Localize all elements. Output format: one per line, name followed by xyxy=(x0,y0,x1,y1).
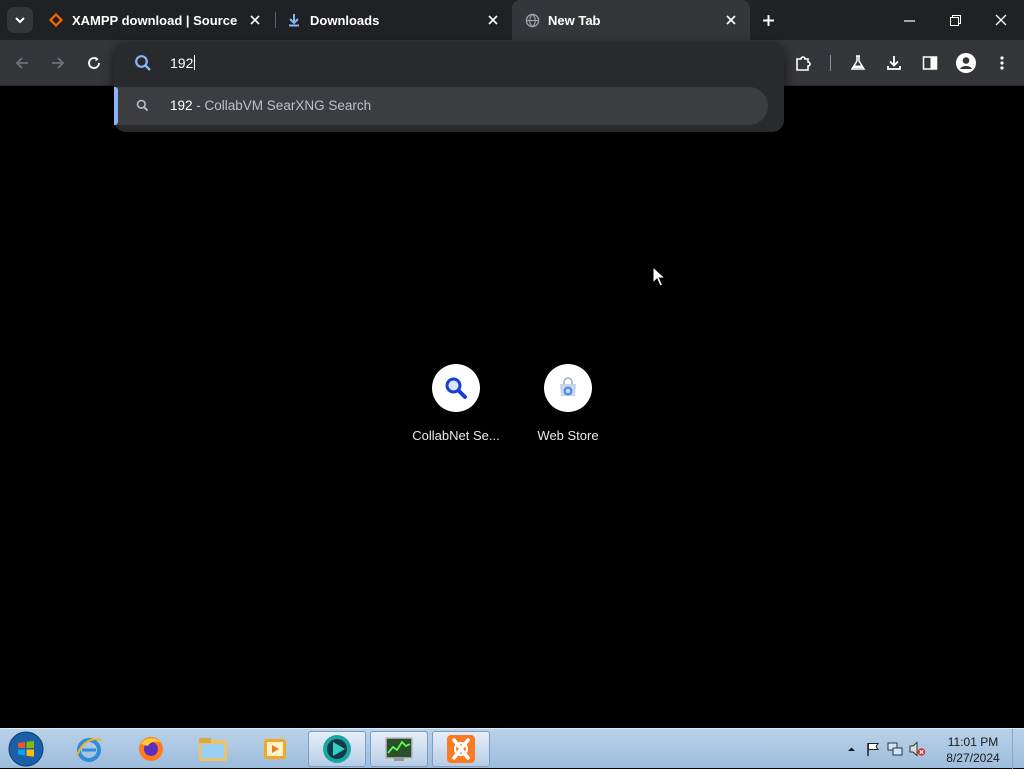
shortcut-web-store[interactable]: Web Store xyxy=(512,364,624,454)
firefox-icon xyxy=(139,737,163,761)
address-input-text[interactable]: 192 xyxy=(170,55,196,71)
volume-muted-icon[interactable] xyxy=(906,741,928,757)
windows-taskbar: 11:01 PM 8/27/2024 xyxy=(0,728,1024,769)
windows-logo-icon xyxy=(8,731,44,767)
show-hidden-icons-button[interactable] xyxy=(840,745,862,754)
chevron-down-icon xyxy=(15,17,25,24)
tab-downloads[interactable]: Downloads xyxy=(278,0,510,40)
suggestion-selection-bar xyxy=(114,87,118,125)
tab-search-button[interactable] xyxy=(7,7,33,33)
taskbar-chrome[interactable] xyxy=(308,731,366,767)
search-icon xyxy=(445,377,467,399)
text-caret xyxy=(194,55,196,70)
mouse-cursor-icon xyxy=(652,266,666,287)
minimize-icon xyxy=(903,19,915,22)
file-explorer-icon xyxy=(199,738,227,761)
show-desktop-button[interactable] xyxy=(1012,729,1024,769)
puzzle-icon xyxy=(796,56,811,71)
taskbar-firefox[interactable] xyxy=(122,731,180,767)
new-tab-button[interactable] xyxy=(757,9,779,31)
tab-xampp[interactable]: XAMPP download | SourceForge xyxy=(40,0,272,40)
sourceforge-icon xyxy=(48,12,64,28)
shortcut-icon-circle xyxy=(432,364,480,412)
suggestion-query: 192 xyxy=(170,98,193,113)
internet-explorer-icon xyxy=(76,738,102,762)
chrome-icon xyxy=(323,735,351,763)
shortcut-label: CollabNet Se... xyxy=(412,428,500,443)
labs-button[interactable] xyxy=(846,51,870,75)
close-window-button[interactable] xyxy=(978,0,1024,40)
tab-title: New Tab xyxy=(548,12,601,28)
taskbar-task-manager[interactable] xyxy=(370,731,428,767)
omnibox-suggestion[interactable]: 192 - CollabVM SearXNG Search xyxy=(114,87,768,125)
tab-close-icon[interactable] xyxy=(246,11,264,29)
web-store-icon xyxy=(560,377,576,396)
suggestion-separator: - xyxy=(192,98,205,113)
menu-button[interactable] xyxy=(990,51,1014,75)
side-panel-icon xyxy=(922,56,938,70)
task-manager-icon xyxy=(385,737,413,761)
downloads-button[interactable] xyxy=(882,51,906,75)
clock-time: 11:01 PM xyxy=(947,735,999,749)
side-panel-button[interactable] xyxy=(918,51,942,75)
download-icon xyxy=(887,56,901,70)
plus-icon xyxy=(762,14,774,26)
taskbar-internet-explorer[interactable] xyxy=(60,731,118,767)
tab-title: XAMPP download | SourceForge xyxy=(72,12,238,28)
download-icon xyxy=(286,12,302,28)
taskbar-file-explorer[interactable] xyxy=(184,731,242,767)
action-center-icon[interactable] xyxy=(862,741,884,757)
back-button[interactable] xyxy=(10,51,34,75)
tab-separator xyxy=(275,12,276,28)
chevron-up-icon xyxy=(847,747,855,751)
minimize-button[interactable] xyxy=(886,0,932,40)
tab-title: Downloads xyxy=(310,12,380,28)
search-icon xyxy=(134,54,152,77)
omnibox-popup: 192 192 - CollabVM SearXNG Search xyxy=(114,42,784,132)
forward-button[interactable] xyxy=(46,51,70,75)
tab-strip: XAMPP download | SourceForge Downloads N… xyxy=(0,0,1024,40)
arrow-left-icon xyxy=(15,57,28,69)
address-input-value: 192 xyxy=(170,55,194,71)
taskbar-clock[interactable]: 11:01 PM 8/27/2024 xyxy=(940,734,1006,766)
xampp-icon xyxy=(447,735,475,763)
taskbar-media-player[interactable] xyxy=(246,731,304,767)
extensions-button[interactable] xyxy=(792,51,816,75)
tab-new-tab[interactable]: New Tab xyxy=(512,0,750,40)
flask-icon xyxy=(850,55,866,70)
reload-button[interactable] xyxy=(82,51,106,75)
avatar-icon xyxy=(956,53,976,73)
globe-icon xyxy=(524,12,540,28)
restore-button[interactable] xyxy=(932,0,978,40)
search-icon xyxy=(136,99,149,117)
network-icon[interactable] xyxy=(884,741,906,757)
address-bar[interactable]: 192 xyxy=(114,42,784,84)
restore-icon xyxy=(949,14,961,26)
shortcut-collabnet-search[interactable]: CollabNet Se... xyxy=(400,364,512,454)
taskbar-xampp[interactable] xyxy=(432,731,490,767)
shortcut-icon-circle xyxy=(544,364,592,412)
tab-close-icon[interactable] xyxy=(484,11,502,29)
system-tray xyxy=(840,729,928,769)
more-vertical-icon xyxy=(1000,56,1004,70)
suggestion-text: 192 - CollabVM SearXNG Search xyxy=(170,98,371,113)
tab-close-icon[interactable] xyxy=(722,11,740,29)
media-player-icon xyxy=(264,739,286,759)
arrow-right-icon xyxy=(52,57,65,69)
clock-date: 8/27/2024 xyxy=(946,751,1000,765)
start-button[interactable] xyxy=(6,730,46,768)
shortcut-label: Web Store xyxy=(537,428,599,443)
profile-button[interactable] xyxy=(954,51,978,75)
toolbar-separator xyxy=(830,55,831,71)
close-icon xyxy=(995,14,1007,26)
reload-icon xyxy=(88,56,100,69)
suggestion-description: CollabVM SearXNG Search xyxy=(204,98,372,113)
